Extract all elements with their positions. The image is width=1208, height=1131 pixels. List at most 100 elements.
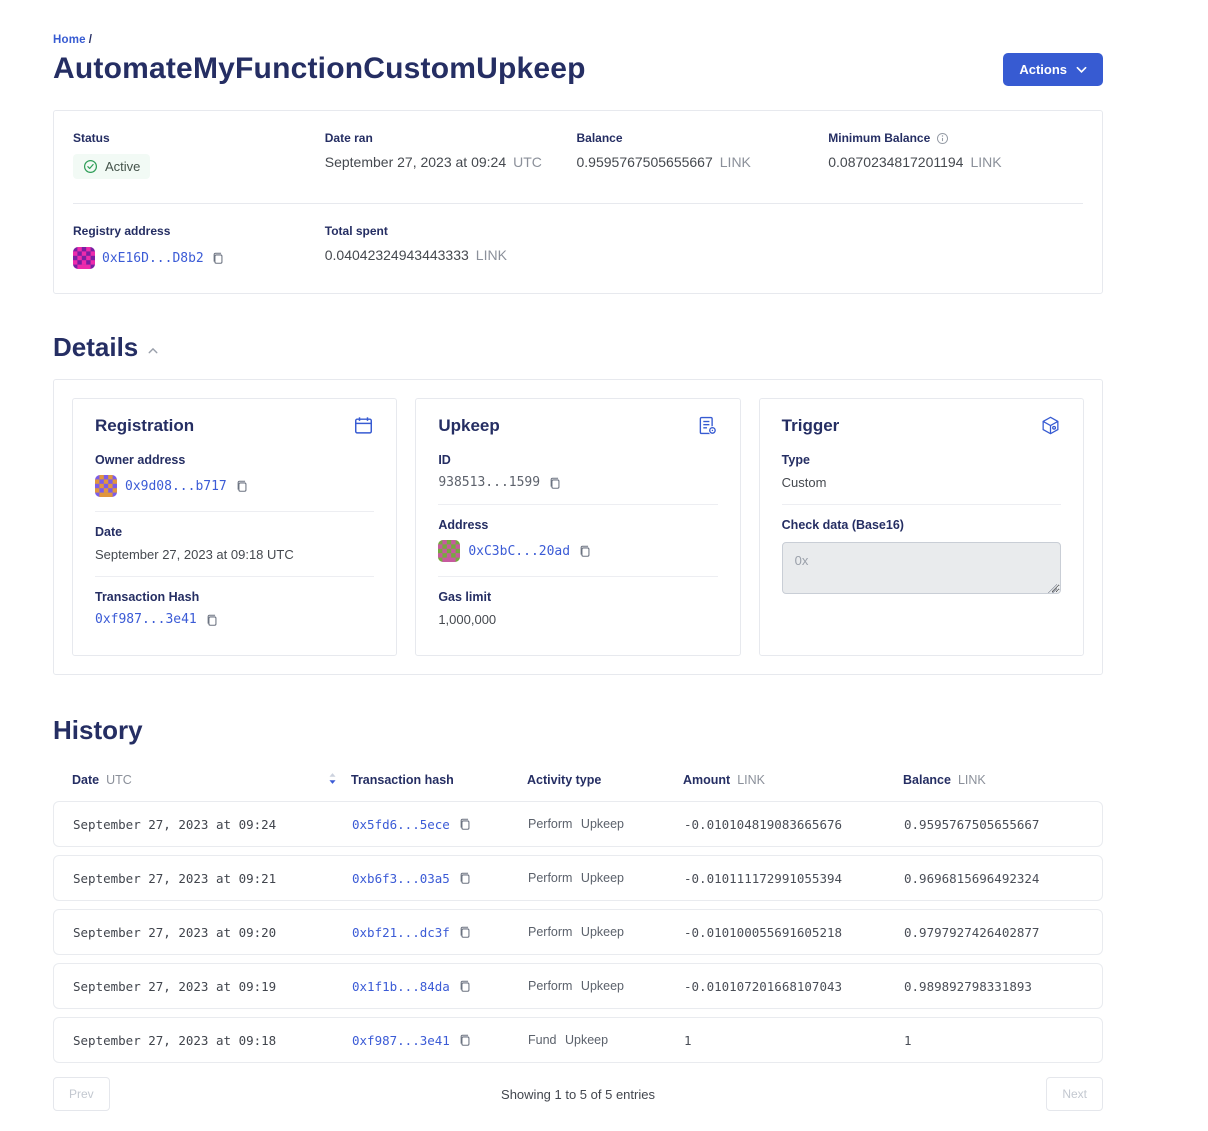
status-field: Status Active <box>73 131 325 179</box>
prev-button[interactable]: Prev <box>53 1077 110 1111</box>
details-heading: Details <box>53 332 1103 363</box>
registry-address-field: Registry address 0xE16D...D8b2 <box>73 224 325 269</box>
tx-column-label: Transaction hash <box>351 773 454 787</box>
tx-hash-link[interactable]: 0xb6f3...03a5 <box>352 871 450 886</box>
date-ran-field: Date ran September 27, 2023 at 09:24 UTC <box>325 131 577 179</box>
table-row: September 27, 2023 at 09:18 0xf987...3e4… <box>53 1017 1103 1063</box>
cell-tx-hash: 0x1f1b...84da <box>352 979 528 994</box>
cell-date: September 27, 2023 at 09:21 <box>73 871 352 886</box>
check-data-label: Check data (Base16) <box>782 518 1061 532</box>
collapse-caret-icon[interactable] <box>148 341 158 354</box>
tx-hash-link[interactable]: 0x1f1b...84da <box>352 979 450 994</box>
registration-card: Registration Owner address 0x9d08...b717 <box>72 398 397 656</box>
tx-hash-link[interactable]: 0x5fd6...5ece <box>352 817 450 832</box>
upkeep-address-label: Address <box>438 518 717 532</box>
balance-value: 0.9595767505655667 <box>577 154 713 170</box>
column-header-tx-hash: Transaction hash <box>351 773 527 787</box>
table-row: September 27, 2023 at 09:20 0xbf21...dc3… <box>53 909 1103 955</box>
copy-icon[interactable] <box>578 544 592 558</box>
trigger-type-value: Custom <box>782 475 1061 490</box>
check-data-section: Check data (Base16) <box>782 504 1061 613</box>
transaction-hash-link[interactable]: 0xf987...3e41 <box>95 612 197 627</box>
owner-address-section: Owner address 0x9d08...b717 <box>95 440 374 511</box>
details-panel: Registration Owner address 0x9d08...b717 <box>53 379 1103 675</box>
copy-icon[interactable] <box>458 817 472 831</box>
status-label: Status <box>73 131 325 145</box>
owner-address-link[interactable]: 0x9d08...b717 <box>125 479 227 494</box>
balance-unit: LINK <box>720 154 751 170</box>
transaction-hash-section: Transaction Hash 0xf987...3e41 <box>95 576 374 641</box>
upkeep-card: Upkeep ID 938513...1599 <box>415 398 740 656</box>
balance-label: Balance <box>577 131 829 145</box>
copy-icon[interactable] <box>458 979 472 993</box>
date-ran-unit: UTC <box>513 154 542 170</box>
total-spent-unit: LINK <box>476 247 507 263</box>
trigger-card: Trigger Type Custom Check data (Base16) <box>759 398 1084 656</box>
trigger-type-section: Type Custom <box>782 440 1061 504</box>
cell-tx-hash: 0xf987...3e41 <box>352 1033 528 1048</box>
copy-icon[interactable] <box>211 251 225 265</box>
info-icon[interactable] <box>936 132 949 145</box>
check-circle-icon <box>83 159 98 174</box>
upkeep-card-title: Upkeep <box>438 416 499 436</box>
cell-date: September 27, 2023 at 09:20 <box>73 925 352 940</box>
cell-date: September 27, 2023 at 09:18 <box>73 1033 352 1048</box>
min-balance-value: 0.0870234817201194 <box>828 154 963 170</box>
date-column-label: Date <box>72 773 99 787</box>
upkeep-id-label: ID <box>438 453 717 467</box>
upkeep-address-link[interactable]: 0xC3bC...20ad <box>468 544 570 559</box>
history-table-header: Date UTC Transaction hash Activity type … <box>53 772 1103 801</box>
upkeep-id-section: ID 938513...1599 <box>438 440 717 504</box>
cell-balance: 1 <box>904 1033 1102 1048</box>
tx-hash-link[interactable]: 0xf987...3e41 <box>352 1033 450 1048</box>
copy-icon[interactable] <box>235 479 249 493</box>
actions-button-label: Actions <box>1019 62 1067 77</box>
cell-tx-hash: 0x5fd6...5ece <box>352 817 528 832</box>
copy-icon[interactable] <box>548 476 562 490</box>
title-row: AutomateMyFunctionCustomUpkeep Actions <box>53 52 1103 86</box>
min-balance-unit: LINK <box>970 154 1001 170</box>
total-spent-label: Total spent <box>325 224 577 238</box>
balance-field: Balance 0.9595767505655667 LINK <box>577 131 829 179</box>
column-header-balance: Balance LINK <box>903 773 1103 787</box>
registry-address-link[interactable]: 0xE16D...D8b2 <box>102 251 204 266</box>
activity-column-label: Activity type <box>527 773 601 787</box>
cube-icon <box>1040 415 1061 436</box>
sort-icon[interactable] <box>328 772 337 788</box>
check-data-textarea[interactable] <box>782 542 1061 594</box>
history-heading-text: History <box>53 715 143 746</box>
actions-button[interactable]: Actions <box>1003 53 1103 86</box>
history-heading: History <box>53 715 1103 746</box>
table-row: September 27, 2023 at 09:21 0xb6f3...03a… <box>53 855 1103 901</box>
amount-column-label: Amount <box>683 773 730 787</box>
next-button[interactable]: Next <box>1046 1077 1103 1111</box>
cell-activity-type: Fund Upkeep <box>528 1033 684 1047</box>
page-title: AutomateMyFunctionCustomUpkeep <box>53 52 586 86</box>
cell-amount: -0.010107201668107043 <box>684 979 904 994</box>
registration-date-value: September 27, 2023 at 09:18 UTC <box>95 547 374 562</box>
breadcrumb: Home/ <box>53 34 1103 46</box>
registration-date-label: Date <box>95 525 374 539</box>
history-table: Date UTC Transaction hash Activity type … <box>53 772 1103 1111</box>
cell-amount: -0.010100055691605218 <box>684 925 904 940</box>
copy-icon[interactable] <box>458 871 472 885</box>
balance-column-label: Balance <box>903 773 951 787</box>
gas-limit-value: 1,000,000 <box>438 612 717 627</box>
cell-tx-hash: 0xb6f3...03a5 <box>352 871 528 886</box>
status-badge: Active <box>73 154 150 179</box>
column-header-date[interactable]: Date UTC <box>72 772 351 788</box>
total-spent-value: 0.04042324943443333 <box>325 247 469 263</box>
tx-hash-link[interactable]: 0xbf21...dc3f <box>352 925 450 940</box>
cell-amount: -0.010104819083665676 <box>684 817 904 832</box>
summary-bottom-row: Registry address 0xE16D...D8b2 Total spe… <box>54 204 1102 293</box>
pagination-status: Showing 1 to 5 of 5 entries <box>110 1087 1047 1102</box>
copy-icon[interactable] <box>205 613 219 627</box>
copy-icon[interactable] <box>458 925 472 939</box>
upkeep-address-identicon <box>438 540 460 562</box>
calendar-icon <box>353 415 374 436</box>
copy-icon[interactable] <box>458 1033 472 1047</box>
cell-balance: 0.9696815696492324 <box>904 871 1102 886</box>
cell-activity-type: Perform Upkeep <box>528 979 684 993</box>
table-row: September 27, 2023 at 09:19 0x1f1b...84d… <box>53 963 1103 1009</box>
breadcrumb-home-link[interactable]: Home <box>53 34 86 46</box>
